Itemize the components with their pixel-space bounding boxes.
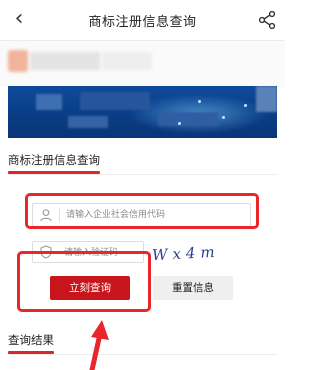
annotation-arrow-icon	[89, 320, 109, 370]
reset-button[interactable]: 重置信息	[153, 276, 233, 300]
banner-text-blurred	[80, 92, 150, 110]
share-icon[interactable]	[257, 10, 277, 30]
chevron-left-icon[interactable]: ‹	[8, 6, 30, 32]
logo-blurred	[8, 50, 28, 72]
banner-image	[8, 86, 277, 138]
divider	[8, 354, 277, 355]
annotation-highlight-button	[17, 251, 151, 312]
banner-text-blurred	[30, 52, 100, 70]
page-title: 商标注册信息查询	[88, 15, 197, 30]
banner-text-blurred	[256, 86, 277, 112]
banner-text-blurred	[36, 94, 62, 110]
banner-sparkle	[222, 116, 225, 119]
banner-sparkle	[178, 122, 181, 125]
annotation-highlight-input	[25, 193, 259, 229]
banner-sparkle	[198, 100, 201, 103]
divider	[8, 174, 277, 175]
banner-sparkle	[244, 104, 247, 107]
results-section-title: 查询结果	[8, 333, 54, 347]
captcha-image[interactable]: Wx4m	[151, 238, 236, 268]
banner-text-blurred	[158, 112, 218, 126]
banner-text-blurred	[102, 52, 152, 70]
top-bar: ‹ 商标注册信息查询	[0, 0, 285, 41]
query-section-title: 商标注册信息查询	[8, 153, 100, 167]
banner-text-blurred	[68, 116, 108, 128]
